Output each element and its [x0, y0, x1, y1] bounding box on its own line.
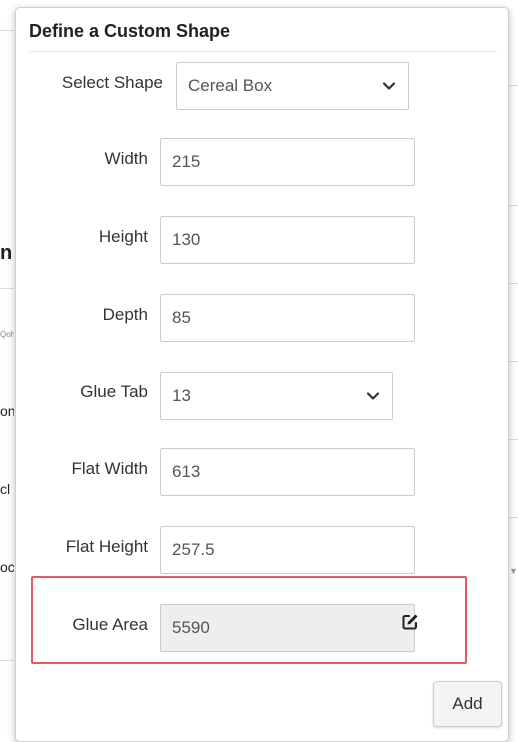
title-divider — [29, 51, 497, 52]
glue-tab-value: 13 — [172, 386, 191, 405]
chevron-down-icon — [382, 82, 396, 90]
flat-height-label: Flat Height — [65, 537, 148, 556]
background-divider — [0, 660, 14, 661]
depth-input[interactable]: 85 — [160, 294, 415, 342]
background-divider — [508, 517, 518, 518]
glue-tab-dropdown[interactable]: 13 — [160, 372, 393, 420]
flat-height-input[interactable]: 257.5 — [160, 526, 415, 574]
background-text-fragment: Qoh — [0, 330, 14, 339]
scroll-arrow-icon[interactable]: ▼ — [509, 566, 518, 576]
select-shape-dropdown[interactable]: Cereal Box — [176, 62, 409, 110]
background-divider — [0, 30, 14, 31]
flat-width-input[interactable]: 613 — [160, 448, 415, 496]
chevron-down-icon — [366, 392, 380, 400]
background-divider — [508, 85, 518, 86]
height-label: Height — [98, 227, 148, 246]
height-input[interactable]: 130 — [160, 216, 415, 264]
glue-area-highlight — [31, 576, 467, 664]
background-text-fragment: cl — [0, 481, 11, 497]
background-text-fragment: on — [0, 403, 14, 419]
background-text-fragment: oc — [0, 559, 14, 575]
flat-width-label: Flat Width — [71, 459, 148, 478]
glue-tab-label: Glue Tab — [80, 382, 148, 401]
background-divider — [0, 288, 14, 289]
background-divider — [508, 283, 518, 284]
background-divider — [508, 205, 518, 206]
select-shape-label: Select Shape — [61, 73, 163, 92]
width-label: Width — [104, 149, 148, 168]
width-input[interactable]: 215 — [160, 138, 415, 186]
background-divider — [508, 361, 518, 362]
background-divider — [508, 439, 518, 440]
depth-label: Depth — [102, 305, 148, 324]
add-button[interactable]: Add — [433, 681, 502, 727]
select-shape-value: Cereal Box — [188, 76, 273, 95]
dialog-title: Define a Custom Shape — [29, 21, 231, 41]
